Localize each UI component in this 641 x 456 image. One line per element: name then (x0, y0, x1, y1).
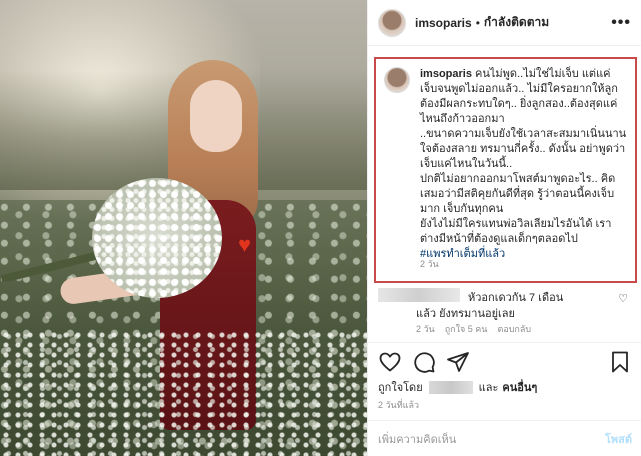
caption-highlight-box: imsoparis คนไม่พูด..ไม่ใช่ไม่เจ็บ แต่แค่… (374, 57, 637, 283)
comment-input[interactable]: เพิ่มความคิดเห็น (378, 430, 605, 448)
comment-timestamp: 2 วัน (416, 324, 435, 334)
post-header: imsoparis • กำลังติดตาม ••• (368, 0, 641, 46)
caption-line-2: ..ขนาดความเจ็บยังใช้เวลาสะสมมาเนิ่นนานใจ… (420, 128, 627, 170)
comment-reply-button[interactable]: ตอบกลับ (497, 322, 531, 336)
caption-timestamp: 2 วัน (420, 259, 439, 269)
likes-connector: และ (478, 382, 499, 394)
likes-prefix: ถูกใจโดย (378, 382, 423, 394)
more-options-icon[interactable]: ••• (611, 14, 631, 32)
blurred-liker (428, 380, 473, 394)
post-comment-button[interactable]: โพสต์ (605, 430, 632, 448)
post-photo[interactable]: ♥ (0, 0, 367, 456)
comment-meta: 2 วัน ถูกใจ 5 คน ตอบกลับ (416, 322, 531, 336)
post-username[interactable]: imsoparis (415, 16, 472, 30)
post-actions (378, 350, 632, 374)
avatar[interactable] (378, 8, 406, 37)
foreground-flowers (0, 330, 367, 456)
caption: imsoparis คนไม่พูด..ไม่ใช่ไม่เจ็บ แต่แค่… (384, 67, 627, 262)
add-comment-bar: เพิ่มความคิดเห็น โพสต์ (378, 430, 632, 448)
caption-line-3: ปกติไม่อยากออกมาโพสต์มาพูดอะไร.. คิดเสมอ… (420, 173, 616, 215)
caption-avatar[interactable] (384, 67, 410, 93)
likes-others-link[interactable]: คนอื่นๆ (502, 378, 537, 396)
caption-text: imsoparis คนไม่พูด..ไม่ใช่ไม่เจ็บ แต่แค่… (420, 67, 627, 262)
comment-likes-count[interactable]: ถูกใจ 5 คน (445, 322, 488, 336)
caption-line-4: ยังไงไม่มีใครแทนพ่อวิลเลียมไรอันได้ เราต… (420, 218, 612, 245)
caption-username[interactable]: imsoparis (420, 68, 472, 80)
separator-dot: • (475, 15, 480, 30)
bookmark-icon[interactable] (608, 350, 632, 374)
share-icon[interactable] (446, 350, 470, 374)
woman-face (190, 80, 242, 152)
comment-text-continued: แล้ว ยังทรมานอยู่เลย (416, 308, 515, 320)
post-timestamp: 2 วันที่แล้ว (378, 400, 420, 410)
post-panel: imsoparis • กำลังติดตาม ••• imsoparis คน… (367, 0, 641, 456)
flower-bouquet (92, 178, 222, 298)
likes-summary: ถูกใจโดย และ คนอื่นๆ (378, 378, 537, 396)
heart-icon[interactable] (378, 350, 402, 374)
comment-like-icon[interactable]: ♡ (618, 292, 628, 305)
blurred-username (378, 288, 460, 302)
divider (368, 420, 641, 421)
heart-sticker-icon: ♥ (238, 232, 252, 257)
following-button[interactable]: กำลังติดตาม (484, 13, 549, 32)
divider (368, 342, 641, 343)
comment-icon[interactable] (412, 350, 436, 374)
